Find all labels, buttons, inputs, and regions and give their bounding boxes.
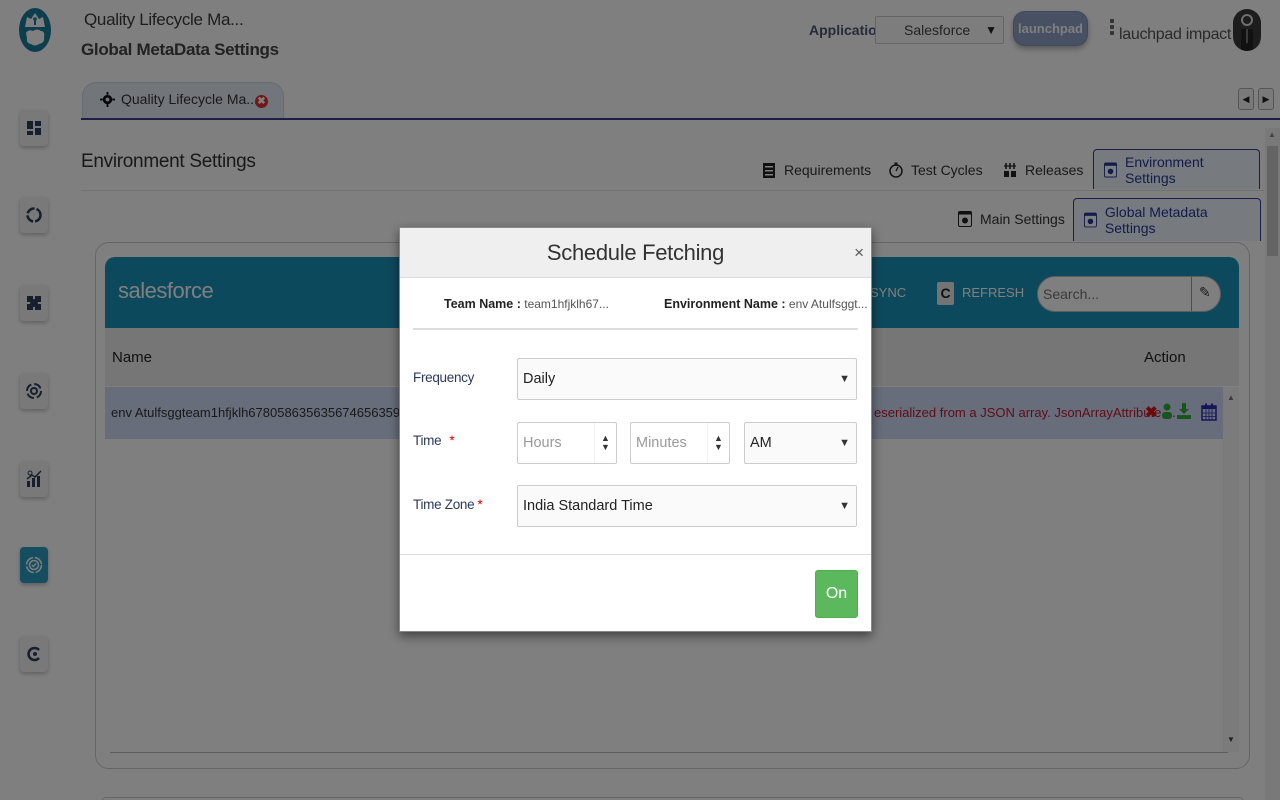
required-marker: * bbox=[477, 497, 483, 512]
hours-placeholder: Hours bbox=[523, 435, 562, 451]
environment-name-info: Environment Name : env Atulfsggt... bbox=[664, 297, 868, 311]
timezone-value: India Standard Time bbox=[523, 498, 653, 514]
frequency-value: Daily bbox=[523, 371, 556, 387]
environment-name-label: Environment Name : bbox=[664, 297, 786, 311]
modal-title: Schedule Fetching bbox=[546, 240, 725, 265]
timezone-label: Time Zone * bbox=[413, 497, 483, 512]
chevron-down-icon: ▼ bbox=[839, 500, 850, 512]
chevron-down-icon: ▼ bbox=[839, 437, 850, 449]
frequency-select[interactable]: Daily ▼ bbox=[517, 358, 857, 400]
time-label-text: Time bbox=[413, 433, 442, 448]
spinner-icon[interactable]: ▲ ▼ bbox=[707, 423, 729, 463]
modal-divider bbox=[413, 328, 858, 330]
required-marker: * bbox=[449, 433, 455, 448]
time-label: Time * bbox=[413, 433, 455, 448]
team-name-value: team1hfjklh67... bbox=[524, 297, 609, 311]
hours-input[interactable]: Hours ▲ ▼ bbox=[517, 422, 617, 464]
ampm-value: AM bbox=[750, 435, 772, 451]
close-icon[interactable]: × bbox=[854, 243, 864, 263]
spinner-icon[interactable]: ▲ ▼ bbox=[594, 423, 616, 463]
minutes-input[interactable]: Minutes ▲ ▼ bbox=[630, 422, 730, 464]
team-name-label: Team Name : bbox=[444, 297, 521, 311]
frequency-label: Frequency bbox=[413, 370, 474, 385]
schedule-fetching-dialog: Schedule Fetching × Team Name : team1hfj… bbox=[399, 227, 872, 632]
ampm-select[interactable]: AM ▼ bbox=[744, 422, 857, 464]
chevron-down-icon: ▼ bbox=[839, 373, 850, 385]
frequency-label-text: Frequency bbox=[413, 370, 475, 385]
environment-name-value: env Atulfsggt... bbox=[788, 297, 868, 311]
timezone-select[interactable]: India Standard Time ▼ bbox=[517, 485, 857, 527]
modal-footer-divider bbox=[400, 554, 871, 555]
minutes-placeholder: Minutes bbox=[636, 435, 687, 451]
on-button[interactable]: On bbox=[815, 570, 858, 618]
timezone-label-text: Time Zone bbox=[413, 497, 475, 512]
team-name-info: Team Name : team1hfjklh67... bbox=[444, 297, 609, 311]
